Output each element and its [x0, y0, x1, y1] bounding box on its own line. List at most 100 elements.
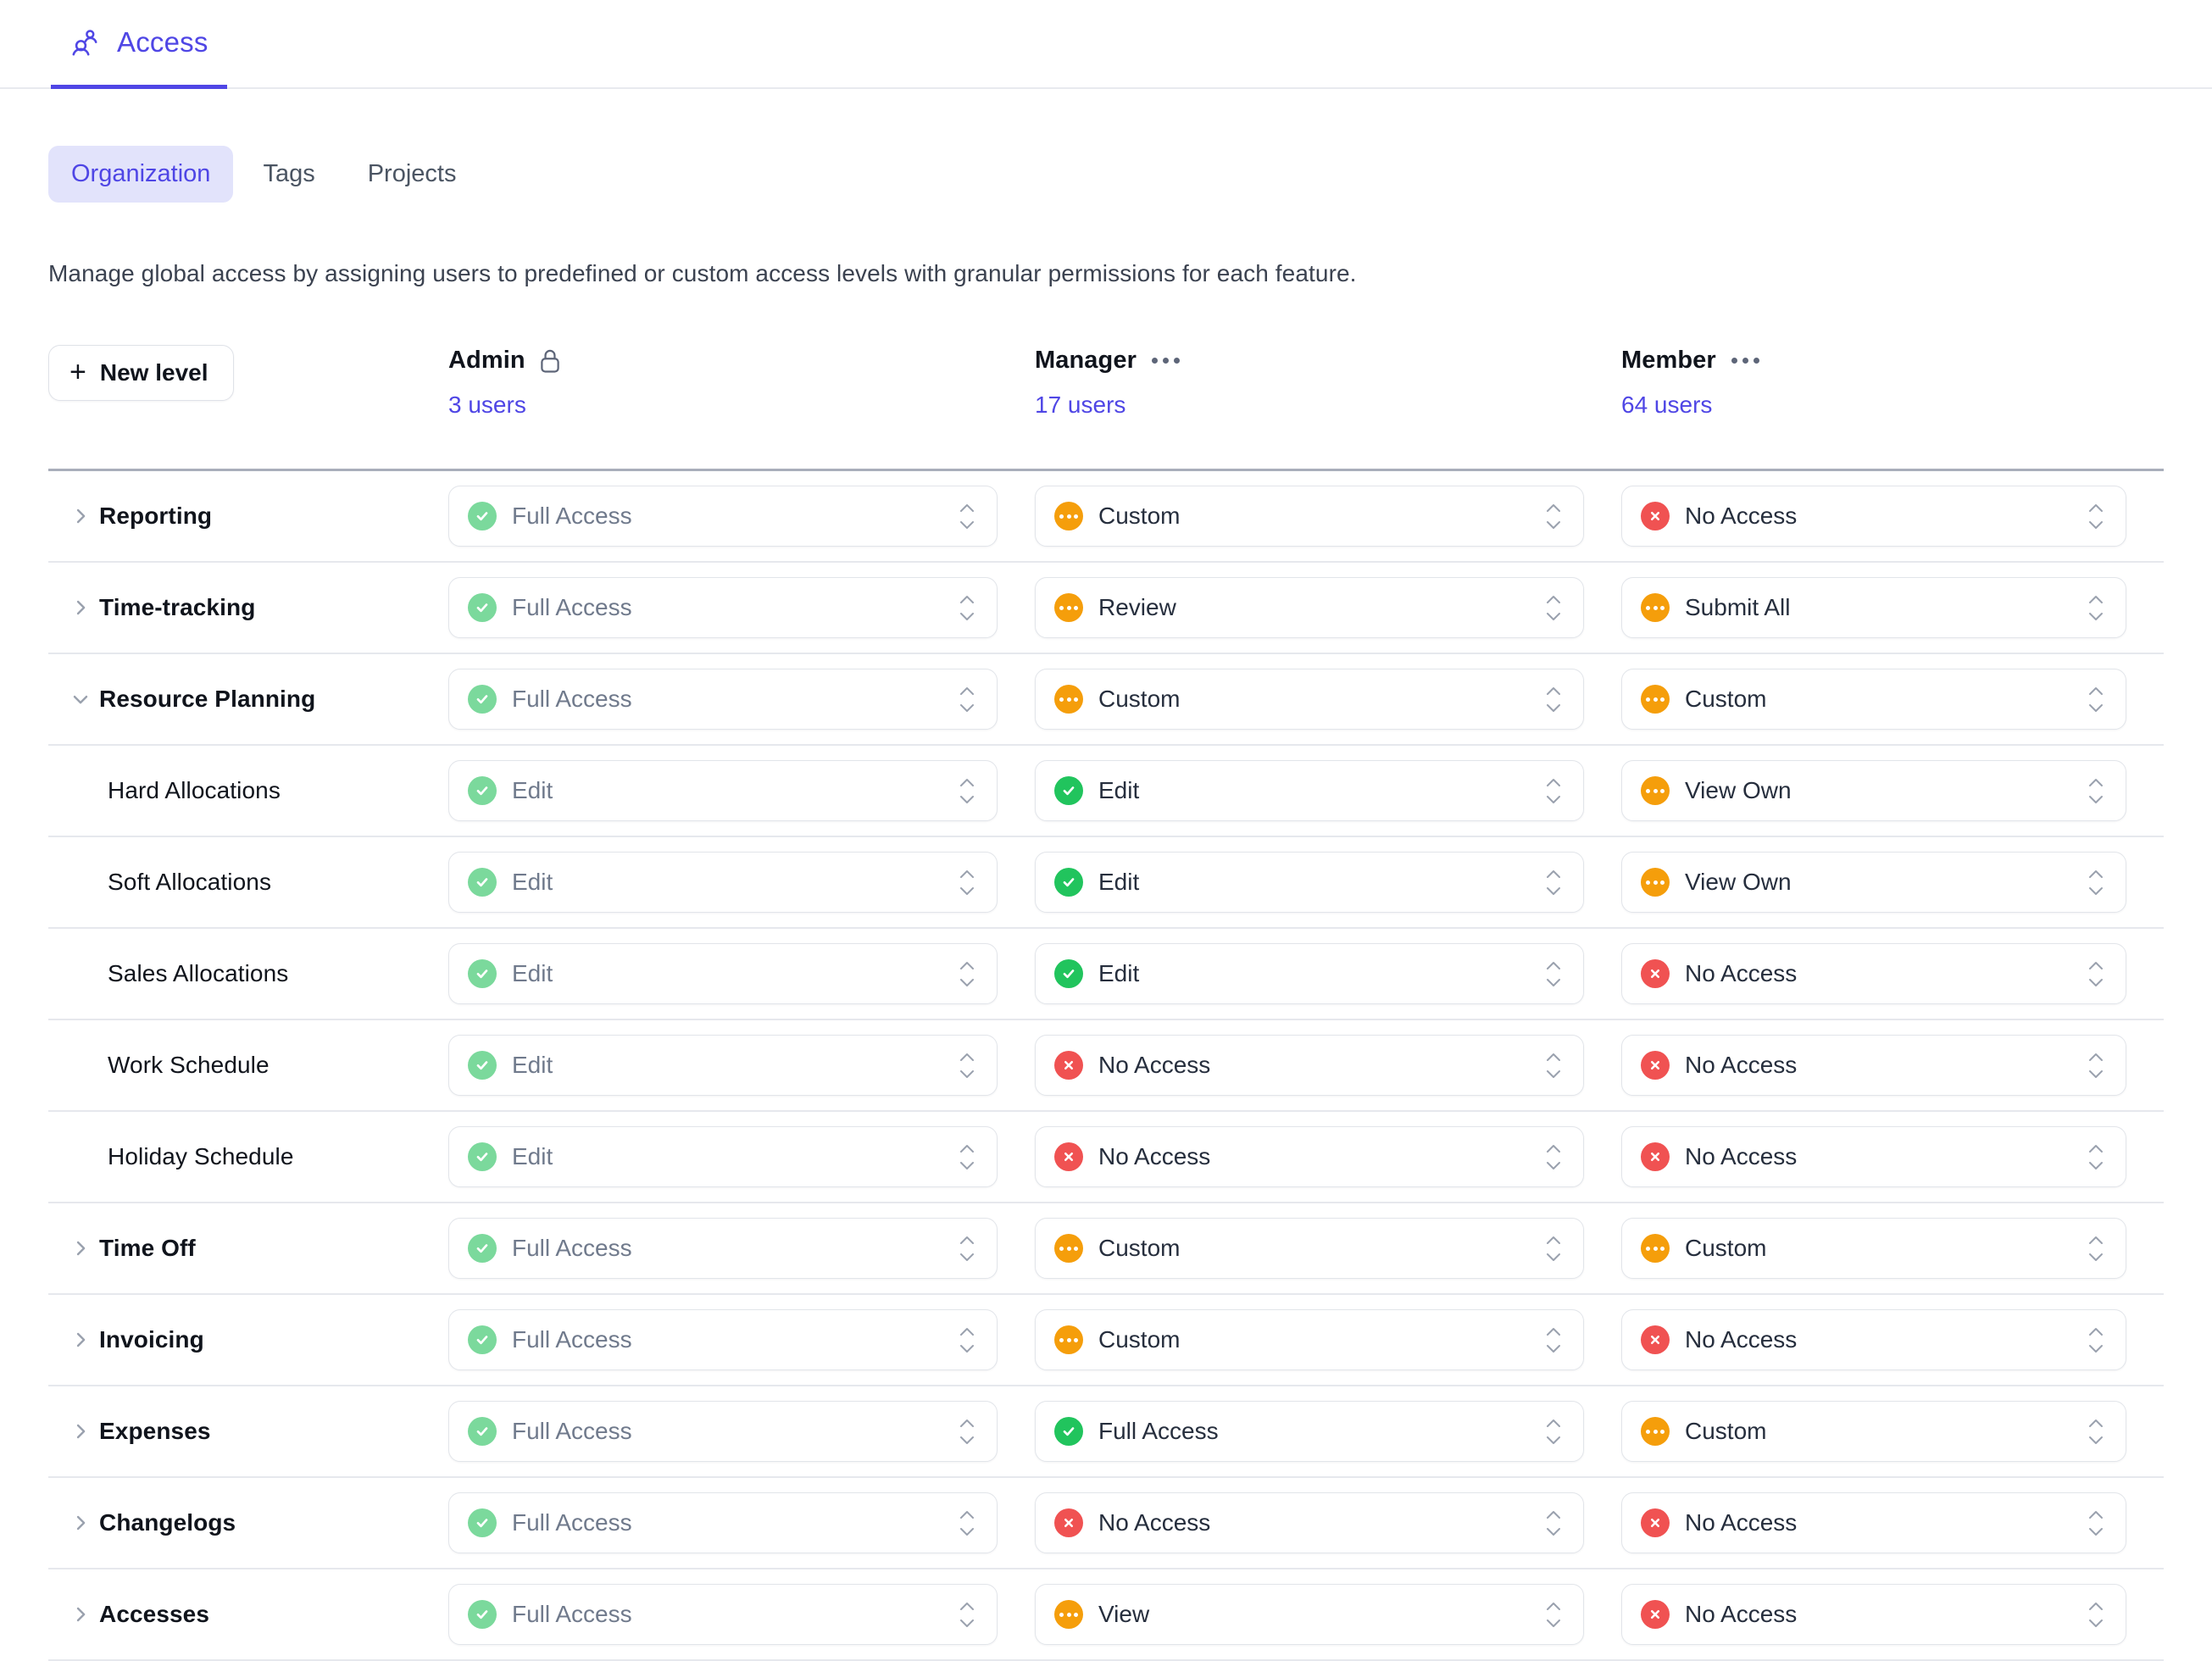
- status-cross-icon: [1641, 1600, 1670, 1629]
- permission-select-value: No Access: [1098, 1052, 1211, 1078]
- stepper-chevrons-icon[interactable]: [954, 1143, 980, 1171]
- stepper-chevrons-icon[interactable]: [954, 1235, 980, 1263]
- permission-cell-admin: Full Access: [448, 1492, 1035, 1553]
- permission-select-member[interactable]: No Access: [1621, 1492, 2126, 1553]
- stepper-chevrons-icon[interactable]: [1541, 777, 1566, 805]
- permission-select-manager[interactable]: Custom: [1035, 669, 1584, 730]
- nav-tab-access[interactable]: Access: [51, 0, 227, 89]
- stepper-chevrons-icon[interactable]: [2083, 1326, 2109, 1354]
- permission-select-member[interactable]: View Own: [1621, 760, 2126, 821]
- permission-select-member[interactable]: Submit All: [1621, 577, 2126, 638]
- row-expand-toggle[interactable]: [48, 596, 99, 619]
- tab-organization[interactable]: Organization: [48, 146, 234, 203]
- permission-select-admin: Edit: [448, 1035, 998, 1096]
- stepper-chevrons-icon[interactable]: [1541, 686, 1566, 714]
- permission-select-admin: Full Access: [448, 577, 998, 638]
- row-expand-toggle[interactable]: [48, 1328, 99, 1352]
- stepper-chevrons-icon[interactable]: [954, 1601, 980, 1629]
- stepper-chevrons-icon[interactable]: [2083, 503, 2109, 531]
- stepper-chevrons-icon[interactable]: [954, 1326, 980, 1354]
- row-name-cell: Soft Allocations: [48, 837, 448, 927]
- stepper-chevrons-icon[interactable]: [2083, 777, 2109, 805]
- member-users-link[interactable]: 64 users: [1621, 392, 1712, 419]
- row-expand-toggle[interactable]: [48, 687, 99, 711]
- table-row: Sales Allocations Edit Edit No Access: [48, 929, 2164, 1019]
- row-feature-label: Resource Planning: [99, 686, 316, 712]
- stepper-chevrons-icon[interactable]: [2083, 869, 2109, 897]
- row-name-cell: Resource Planning: [48, 654, 448, 744]
- permission-select-manager[interactable]: Custom: [1035, 1309, 1584, 1370]
- permission-cell-member: View Own: [1621, 760, 2164, 821]
- stepper-chevrons-icon[interactable]: [954, 1418, 980, 1446]
- permission-select-manager[interactable]: View: [1035, 1584, 1584, 1645]
- permission-select-member[interactable]: Custom: [1621, 1218, 2126, 1279]
- table-row: Resource Planning Full Access Custom Custom: [48, 654, 2164, 744]
- new-level-button[interactable]: + New level: [48, 345, 234, 401]
- stepper-chevrons-icon[interactable]: [1541, 1418, 1566, 1446]
- stepper-chevrons-icon[interactable]: [1541, 1601, 1566, 1629]
- stepper-chevrons-icon[interactable]: [1541, 960, 1566, 988]
- permission-select-member[interactable]: No Access: [1621, 486, 2126, 547]
- stepper-chevrons-icon[interactable]: [1541, 1326, 1566, 1354]
- row-expand-toggle[interactable]: [48, 1511, 99, 1535]
- manager-more-options-icon[interactable]: [1150, 353, 1181, 369]
- stepper-chevrons-icon[interactable]: [954, 869, 980, 897]
- row-name-cell: Work Schedule: [48, 1020, 448, 1110]
- stepper-chevrons-icon[interactable]: [1541, 1143, 1566, 1171]
- stepper-chevrons-icon[interactable]: [1541, 503, 1566, 531]
- permission-select-manager[interactable]: Custom: [1035, 486, 1584, 547]
- stepper-chevrons-icon[interactable]: [954, 1509, 980, 1537]
- status-cross-icon: [1641, 1051, 1670, 1080]
- permission-select-member[interactable]: No Access: [1621, 943, 2126, 1004]
- stepper-chevrons-icon[interactable]: [2083, 1509, 2109, 1537]
- row-expand-toggle[interactable]: [48, 1419, 99, 1443]
- permission-select-manager[interactable]: Edit: [1035, 760, 1584, 821]
- permission-select-member[interactable]: Custom: [1621, 1401, 2126, 1462]
- member-more-options-icon[interactable]: [1730, 353, 1761, 369]
- tab-projects[interactable]: Projects: [345, 146, 480, 203]
- stepper-chevrons-icon[interactable]: [1541, 594, 1566, 622]
- permission-select-manager[interactable]: Edit: [1035, 943, 1584, 1004]
- permission-select-manager[interactable]: No Access: [1035, 1492, 1584, 1553]
- permission-cell-member: Custom: [1621, 1218, 2164, 1279]
- permission-select-manager[interactable]: No Access: [1035, 1126, 1584, 1187]
- row-expand-toggle[interactable]: [48, 1236, 99, 1260]
- permission-select-member[interactable]: No Access: [1621, 1126, 2126, 1187]
- stepper-chevrons-icon[interactable]: [2083, 1143, 2109, 1171]
- row-expand-toggle[interactable]: [48, 1603, 99, 1626]
- tab-tags[interactable]: Tags: [240, 146, 337, 203]
- stepper-chevrons-icon[interactable]: [1541, 1509, 1566, 1537]
- permission-select-manager[interactable]: Custom: [1035, 1218, 1584, 1279]
- permission-select-member[interactable]: View Own: [1621, 852, 2126, 913]
- stepper-chevrons-icon[interactable]: [954, 503, 980, 531]
- permission-select-manager[interactable]: Edit: [1035, 852, 1584, 913]
- admin-users-link[interactable]: 3 users: [448, 392, 526, 419]
- stepper-chevrons-icon[interactable]: [2083, 1052, 2109, 1080]
- stepper-chevrons-icon[interactable]: [2083, 960, 2109, 988]
- stepper-chevrons-icon[interactable]: [954, 960, 980, 988]
- permission-cell-admin: Full Access: [448, 1309, 1035, 1370]
- permission-select-member[interactable]: No Access: [1621, 1035, 2126, 1096]
- permission-select-manager[interactable]: Full Access: [1035, 1401, 1584, 1462]
- stepper-chevrons-icon[interactable]: [2083, 1601, 2109, 1629]
- stepper-chevrons-icon[interactable]: [1541, 1235, 1566, 1263]
- stepper-chevrons-icon[interactable]: [1541, 869, 1566, 897]
- permission-select-member[interactable]: No Access: [1621, 1584, 2126, 1645]
- permission-select-member[interactable]: No Access: [1621, 1309, 2126, 1370]
- row-expand-toggle[interactable]: [48, 504, 99, 528]
- stepper-chevrons-icon[interactable]: [2083, 1235, 2109, 1263]
- stepper-chevrons-icon[interactable]: [2083, 594, 2109, 622]
- stepper-chevrons-icon[interactable]: [2083, 686, 2109, 714]
- stepper-chevrons-icon[interactable]: [954, 1052, 980, 1080]
- stepper-chevrons-icon[interactable]: [954, 777, 980, 805]
- stepper-chevrons-icon[interactable]: [954, 686, 980, 714]
- permission-select-value: Edit: [1098, 869, 1140, 895]
- stepper-chevrons-icon[interactable]: [954, 594, 980, 622]
- permission-select-manager[interactable]: Review: [1035, 577, 1584, 638]
- stepper-chevrons-icon[interactable]: [2083, 1418, 2109, 1446]
- manager-users-link[interactable]: 17 users: [1035, 392, 1125, 419]
- permission-select-member[interactable]: Custom: [1621, 669, 2126, 730]
- stepper-chevrons-icon[interactable]: [1541, 1052, 1566, 1080]
- permission-select-manager[interactable]: No Access: [1035, 1035, 1584, 1096]
- status-check-icon: [468, 1325, 497, 1354]
